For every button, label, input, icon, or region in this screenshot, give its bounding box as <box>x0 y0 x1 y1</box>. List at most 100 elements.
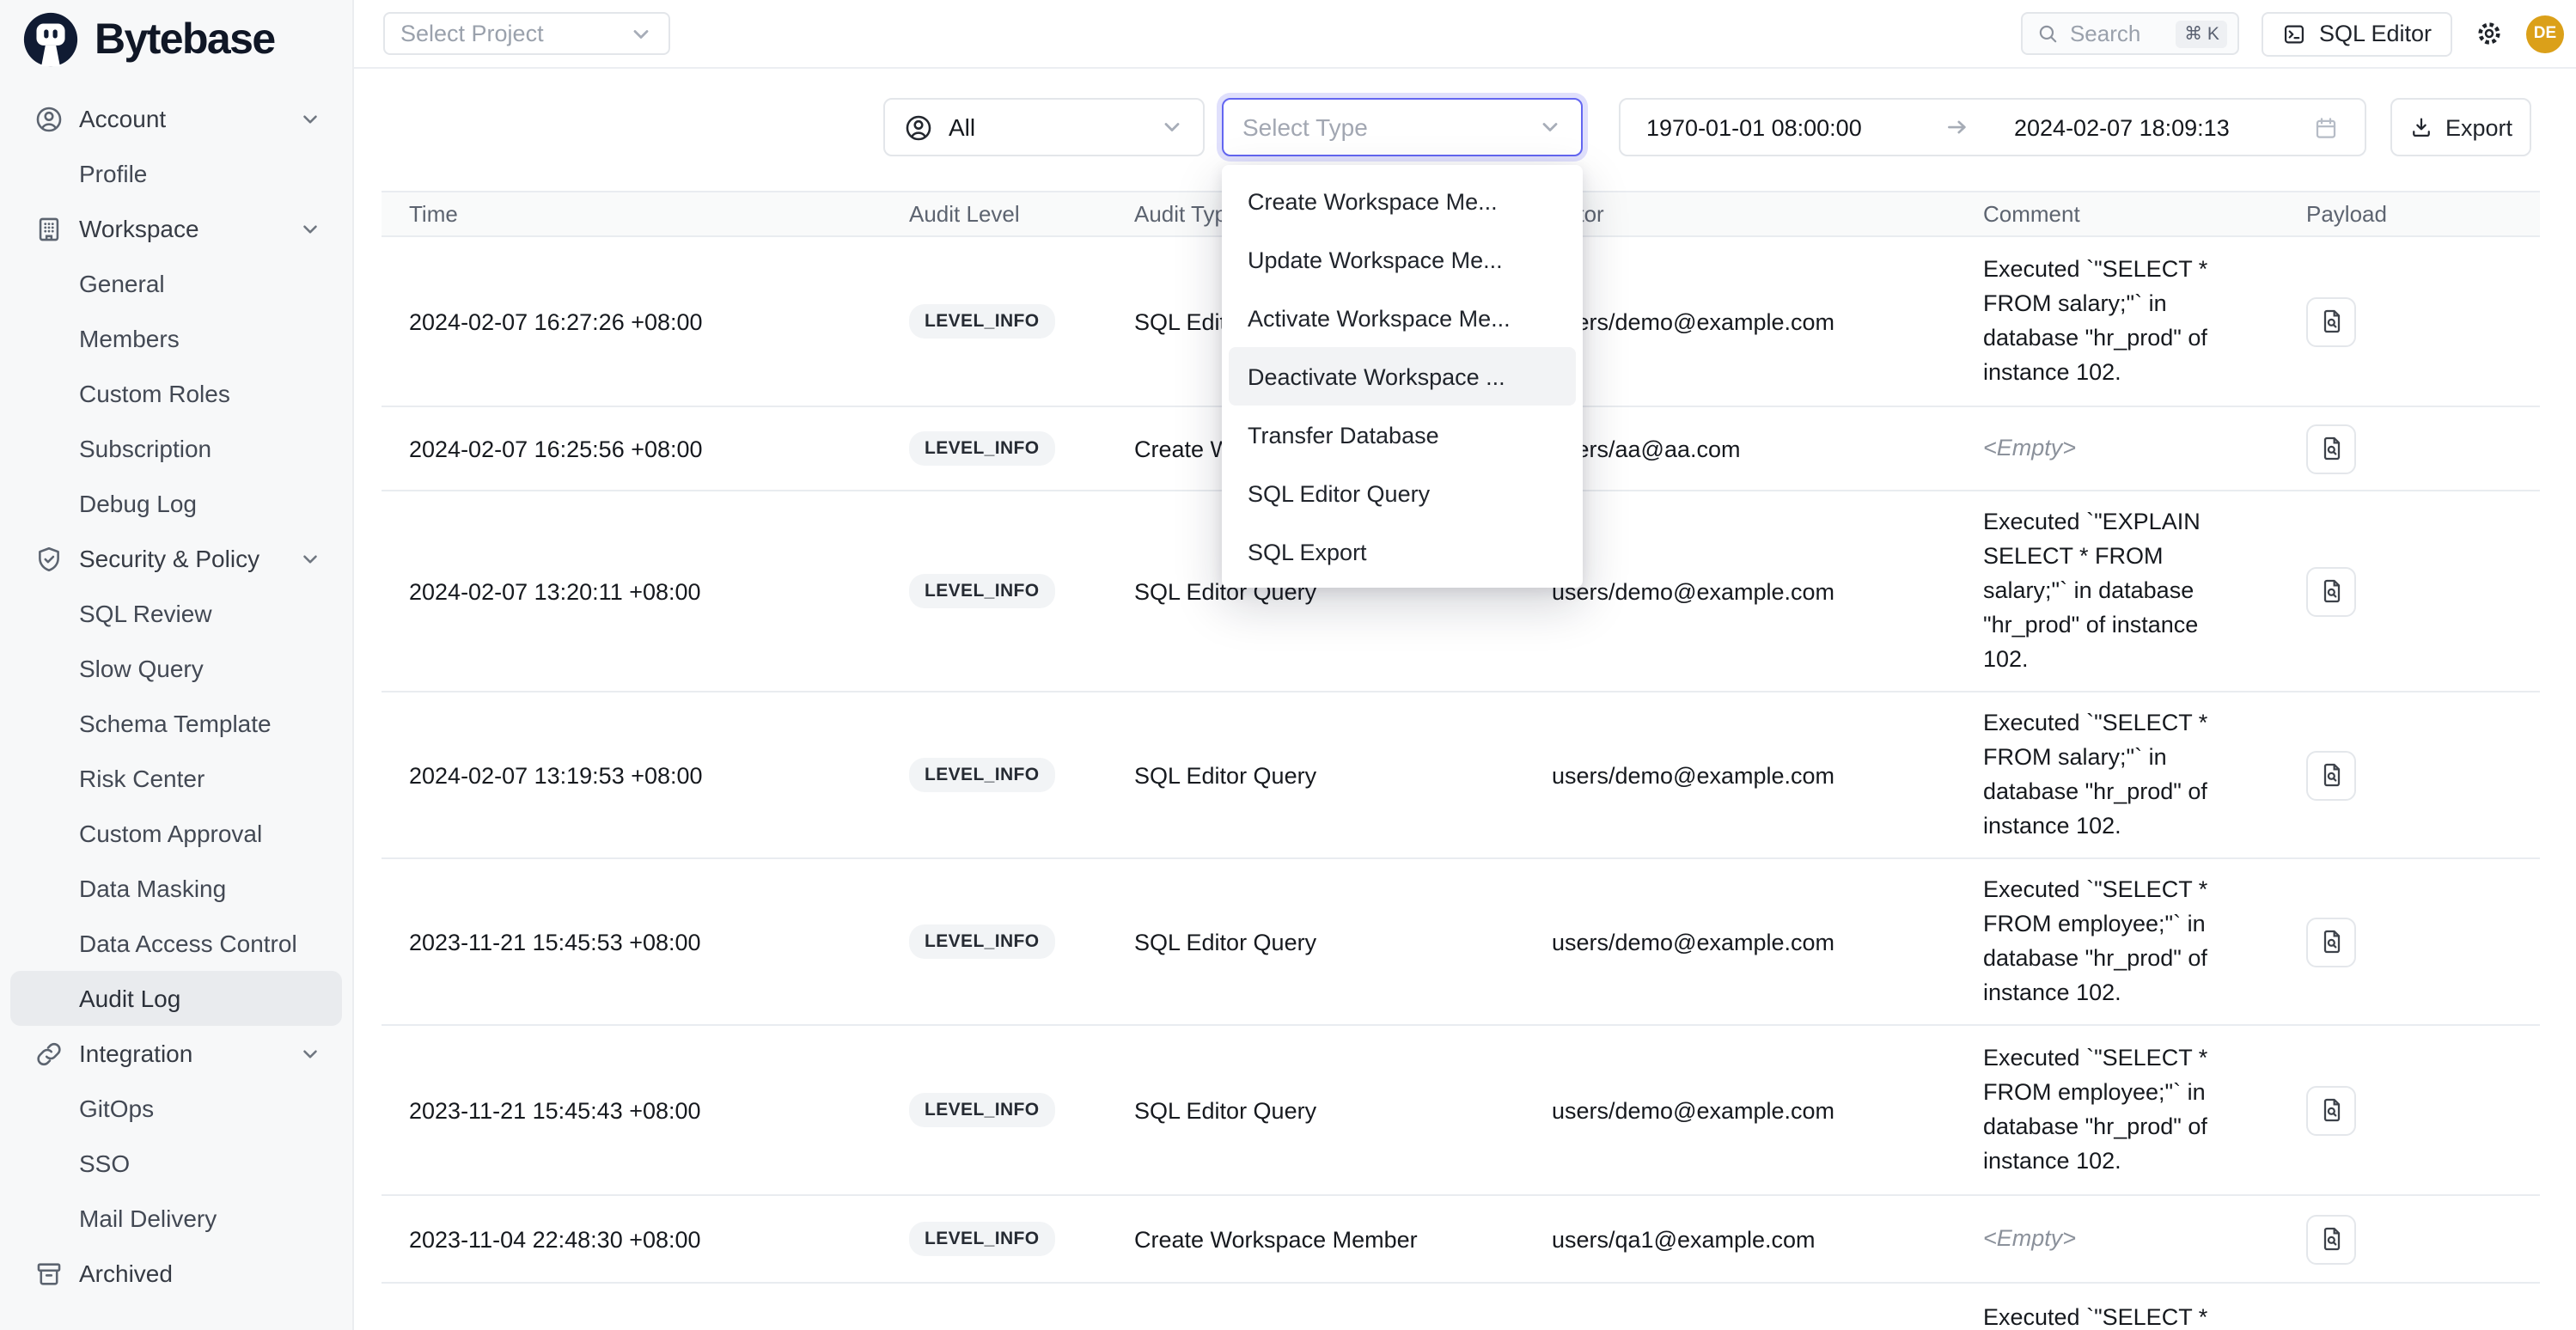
column-header-comment: Comment <box>1956 201 2279 227</box>
chevron-down-icon <box>299 547 321 570</box>
brand-name: Bytebase <box>95 15 275 64</box>
sidebar-item-data-masking[interactable]: Data Masking <box>0 861 352 916</box>
project-select[interactable]: Select Project <box>383 12 670 55</box>
cell-payload <box>2279 566 2540 616</box>
audit-log-content: All Select Type 1970-01-01 08:00:00 2024… <box>354 69 2576 1330</box>
cell-actor: users/demo@example.com <box>1524 308 1956 334</box>
type-filter-select[interactable]: Select Type <box>1222 98 1583 156</box>
sidebar-item-archived[interactable]: Archived <box>0 1246 352 1301</box>
type-option-activate-workspace-me[interactable]: Activate Workspace Me... <box>1229 289 1576 347</box>
column-header-actor: Actor <box>1524 201 1956 227</box>
download-icon <box>2409 115 2433 139</box>
sidebar-item-gitops[interactable]: GitOps <box>0 1081 352 1136</box>
search-input[interactable]: Search ⌘ K <box>2022 12 2240 55</box>
cell-comment: Executed `"SELECT * FROM salary;"` in da… <box>1956 239 2279 404</box>
sidebar-item-label: Slow Query <box>79 655 204 682</box>
actor-filter-select[interactable]: All <box>883 98 1205 156</box>
menu-item-label: Activate Workspace Me... <box>1248 305 1511 331</box>
sidebar-item-security-policy[interactable]: Security & Policy <box>0 531 352 586</box>
level-badge: LEVEL_INFO <box>909 758 1055 792</box>
cell-audit-type: SQL Editor Query <box>1107 762 1524 788</box>
bytebase-logo-icon <box>21 9 81 70</box>
archive-icon <box>34 1259 64 1288</box>
menu-item-label: Create Workspace Me... <box>1248 188 1498 214</box>
sidebar-item-schema-template[interactable]: Schema Template <box>0 696 352 751</box>
sidebar-item-general[interactable]: General <box>0 256 352 311</box>
menu-item-label: Transfer Database <box>1248 422 1439 448</box>
sidebar-item-label: Custom Roles <box>79 380 230 407</box>
sidebar-item-sso[interactable]: SSO <box>0 1136 352 1191</box>
sidebar-item-custom-approval[interactable]: Custom Approval <box>0 806 352 861</box>
level-badge: LEVEL_INFO <box>909 304 1055 339</box>
sidebar-item-members[interactable]: Members <box>0 311 352 366</box>
sidebar-nav: Account Profile Workspace General Member… <box>0 79 352 1301</box>
cell-payload <box>2279 917 2540 967</box>
payload-view-button[interactable] <box>2306 424 2356 473</box>
sidebar-item-risk-center[interactable]: Risk Center <box>0 751 352 806</box>
chevron-down-icon <box>1160 115 1184 139</box>
sidebar-item-slow-query[interactable]: Slow Query <box>0 641 352 696</box>
cell-comment: Executed `"SELECT * FROM department;"` i… <box>1956 1286 2279 1330</box>
cell-payload <box>2279 750 2540 800</box>
sidebar-item-subscription[interactable]: Subscription <box>0 421 352 476</box>
sidebar-item-custom-roles[interactable]: Custom Roles <box>0 366 352 421</box>
menu-item-label: SQL Editor Query <box>1248 480 1430 506</box>
terminal-icon <box>2283 21 2307 46</box>
level-badge: LEVEL_INFO <box>909 1222 1055 1256</box>
table-row: 2023-11-21 15:45:53 +08:00 LEVEL_INFO SQ… <box>382 859 2540 1026</box>
date-range-picker[interactable]: 1970-01-01 08:00:00 2024-02-07 18:09:13 <box>1619 98 2366 156</box>
sidebar-item-label: Schema Template <box>79 710 272 737</box>
column-header-audit-level: Audit Level <box>882 201 1107 227</box>
payload-view-button[interactable] <box>2306 750 2356 800</box>
cell-actor: users/aa@aa.com <box>1524 436 1956 461</box>
cell-audit-level: LEVEL_INFO <box>882 304 1107 339</box>
cell-comment: Executed `"SELECT * FROM employee;"` in … <box>1956 1028 2279 1193</box>
avatar[interactable]: DE <box>2526 15 2564 52</box>
sidebar-item-account[interactable]: Account <box>0 91 352 146</box>
topbar-actions: Search ⌘ K SQL Editor DE <box>2022 11 2576 56</box>
file-search-icon <box>2317 928 2345 955</box>
payload-view-button[interactable] <box>2306 1214 2356 1264</box>
sidebar-item-label: Subscription <box>79 435 211 462</box>
sidebar-item-profile[interactable]: Profile <box>0 146 352 201</box>
cell-time: 2023-11-21 15:45:43 +08:00 <box>382 1097 882 1123</box>
type-option-create-workspace-me[interactable]: Create Workspace Me... <box>1229 172 1576 230</box>
topbar: Select Project Search ⌘ K SQL Editor DE <box>354 0 2576 69</box>
cell-audit-level: LEVEL_INFO <box>882 1222 1107 1256</box>
sidebar-item-audit-log[interactable]: Audit Log <box>10 971 342 1026</box>
link-icon <box>34 1039 64 1068</box>
payload-view-button[interactable] <box>2306 566 2356 616</box>
type-option-deactivate-workspace[interactable]: Deactivate Workspace ... <box>1229 347 1576 406</box>
file-search-icon <box>2317 435 2345 462</box>
sidebar-item-data-access-control[interactable]: Data Access Control <box>0 916 352 971</box>
sql-editor-label: SQL Editor <box>2319 21 2432 46</box>
sidebar-item-debug-log[interactable]: Debug Log <box>0 476 352 531</box>
type-option-transfer-database[interactable]: Transfer Database <box>1229 406 1576 464</box>
type-option-update-workspace-me[interactable]: Update Workspace Me... <box>1229 230 1576 289</box>
sidebar-item-label: Account <box>79 105 166 132</box>
table-row: 2023-11-04 01:06:24 +08:00 LEVEL_INFO SQ… <box>382 1284 2540 1330</box>
date-to-value: 2024-02-07 18:09:13 <box>2014 114 2230 140</box>
cell-time: 2023-11-04 22:48:30 +08:00 <box>382 1226 882 1252</box>
user-circle-icon <box>34 104 64 133</box>
payload-view-button[interactable] <box>2306 917 2356 967</box>
sidebar-item-mail-delivery[interactable]: Mail Delivery <box>0 1191 352 1246</box>
payload-view-button[interactable] <box>2306 296 2356 346</box>
type-option-sql-editor-query[interactable]: SQL Editor Query <box>1229 464 1576 522</box>
sql-editor-button[interactable]: SQL Editor <box>2262 11 2452 56</box>
export-button[interactable]: Export <box>2390 98 2531 156</box>
search-placeholder: Search <box>2070 21 2140 46</box>
cell-actor: users/demo@example.com <box>1524 1097 1956 1123</box>
cell-audit-level: LEVEL_INFO <box>882 924 1107 959</box>
sidebar-item-workspace[interactable]: Workspace <box>0 201 352 256</box>
sidebar-item-sql-review[interactable]: SQL Review <box>0 586 352 641</box>
payload-view-button[interactable] <box>2306 1085 2356 1135</box>
sidebar-item-integration[interactable]: Integration <box>0 1026 352 1081</box>
column-header-payload: Payload <box>2279 201 2540 227</box>
sidebar: Bytebase Account Profile Workspace Gener… <box>0 0 354 1330</box>
cell-comment: Executed `"SELECT * FROM employee;"` in … <box>1956 859 2279 1024</box>
gear-icon[interactable] <box>2475 19 2504 48</box>
table-row: 2023-11-04 22:48:30 +08:00 LEVEL_INFO Cr… <box>382 1196 2540 1284</box>
brand: Bytebase <box>0 0 352 79</box>
type-option-sql-export[interactable]: SQL Export <box>1229 522 1576 581</box>
